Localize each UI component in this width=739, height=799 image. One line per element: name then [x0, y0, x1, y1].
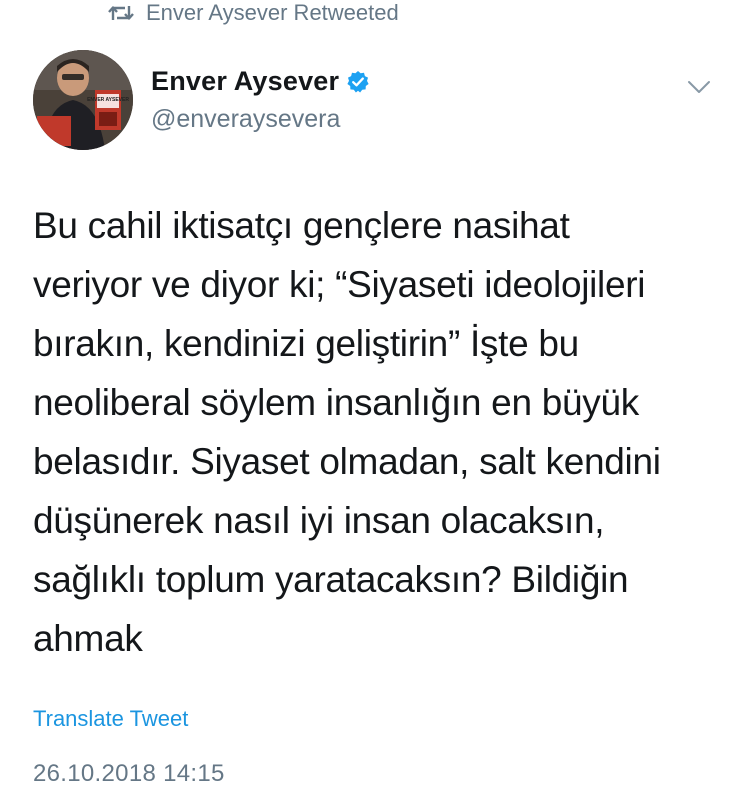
chevron-down-icon[interactable] [686, 78, 712, 96]
retweet-context-text: Enver Aysever Retweeted [146, 0, 399, 25]
tweet-text-line: Bu cahil iktisatçı gençlere nasihat [33, 205, 570, 246]
author-block[interactable]: Enver Aysever @enveraysevera [151, 66, 370, 134]
tweet-text-line: neoliberal söylem insanlığın en büyük [33, 382, 639, 423]
tweet-text: Bu cahil iktisatçı gençlere nasihat veri… [33, 196, 723, 668]
translate-tweet-link[interactable]: Translate Tweet [33, 706, 188, 732]
tweet-text-line: belasıdır. Siyaset olmadan, salt kendini [33, 441, 661, 482]
avatar[interactable]: ENVER AYSEVER [33, 50, 133, 150]
author-handle[interactable]: @enveraysevera [151, 105, 370, 134]
tweet-text-line: ahmak [33, 618, 143, 659]
retweet-context[interactable]: Enver Aysever Retweeted [108, 0, 399, 26]
tweet-text-line: sağlıklı toplum yaratacaksın? Bildiğin [33, 559, 629, 600]
retweet-icon [108, 2, 134, 24]
tweet-timestamp[interactable]: 26.10.2018 14:15 [33, 760, 225, 788]
verified-badge-icon [346, 70, 370, 94]
tweet-text-line: bırakın, kendinizi geliştirin” İşte bu [33, 323, 579, 364]
tweet-text-line: düşünerek nasıl iyi insan olacaksın, [33, 500, 605, 541]
author-display-name[interactable]: Enver Aysever [151, 66, 339, 97]
tweet-text-line: veriyor ve diyor ki; “Siyaseti ideolojil… [33, 264, 646, 305]
avatar-book-title: ENVER AYSEVER [87, 97, 129, 103]
